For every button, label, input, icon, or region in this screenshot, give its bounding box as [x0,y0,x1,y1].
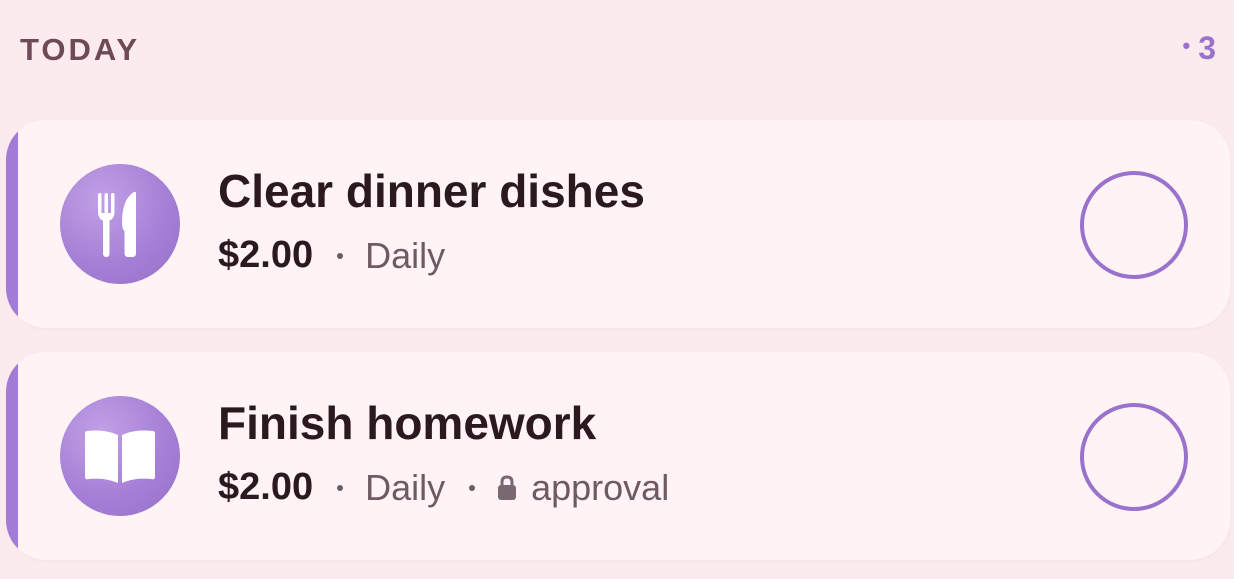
section-header: TODAY • 3 [20,30,1216,70]
fork-knife-icon [60,164,180,284]
accent-bar [6,352,18,560]
chore-card-finish-homework[interactable]: Finish homework $2.00 Daily approval [6,352,1230,560]
count-value: 3 [1198,30,1216,66]
complete-checkbox[interactable] [1080,403,1188,511]
chore-meta: $2.00 Daily [218,234,445,277]
chore-meta: $2.00 Daily approval [218,466,669,509]
count-dot: • [1182,33,1191,58]
chore-card-clear-dinner-dishes[interactable]: Clear dinner dishes $2.00 Daily [6,120,1230,328]
book-icon [60,396,180,516]
approval-label: approval [531,466,670,508]
chore-amount: $2.00 [218,466,314,508]
accent-bar [6,120,18,328]
complete-checkbox[interactable] [1080,171,1188,279]
chore-frequency: Daily [365,466,446,508]
section-count: • 3 [1183,30,1217,67]
separator-dot [337,252,344,259]
chore-amount: $2.00 [218,234,314,276]
section-title: TODAY [20,32,141,67]
chore-title: Clear dinner dishes [218,165,645,217]
chore-frequency: Daily [365,234,446,276]
lock-icon [497,474,517,501]
chore-title: Finish homework [218,397,597,449]
separator-dot [469,484,476,491]
separator-dot [337,484,344,491]
